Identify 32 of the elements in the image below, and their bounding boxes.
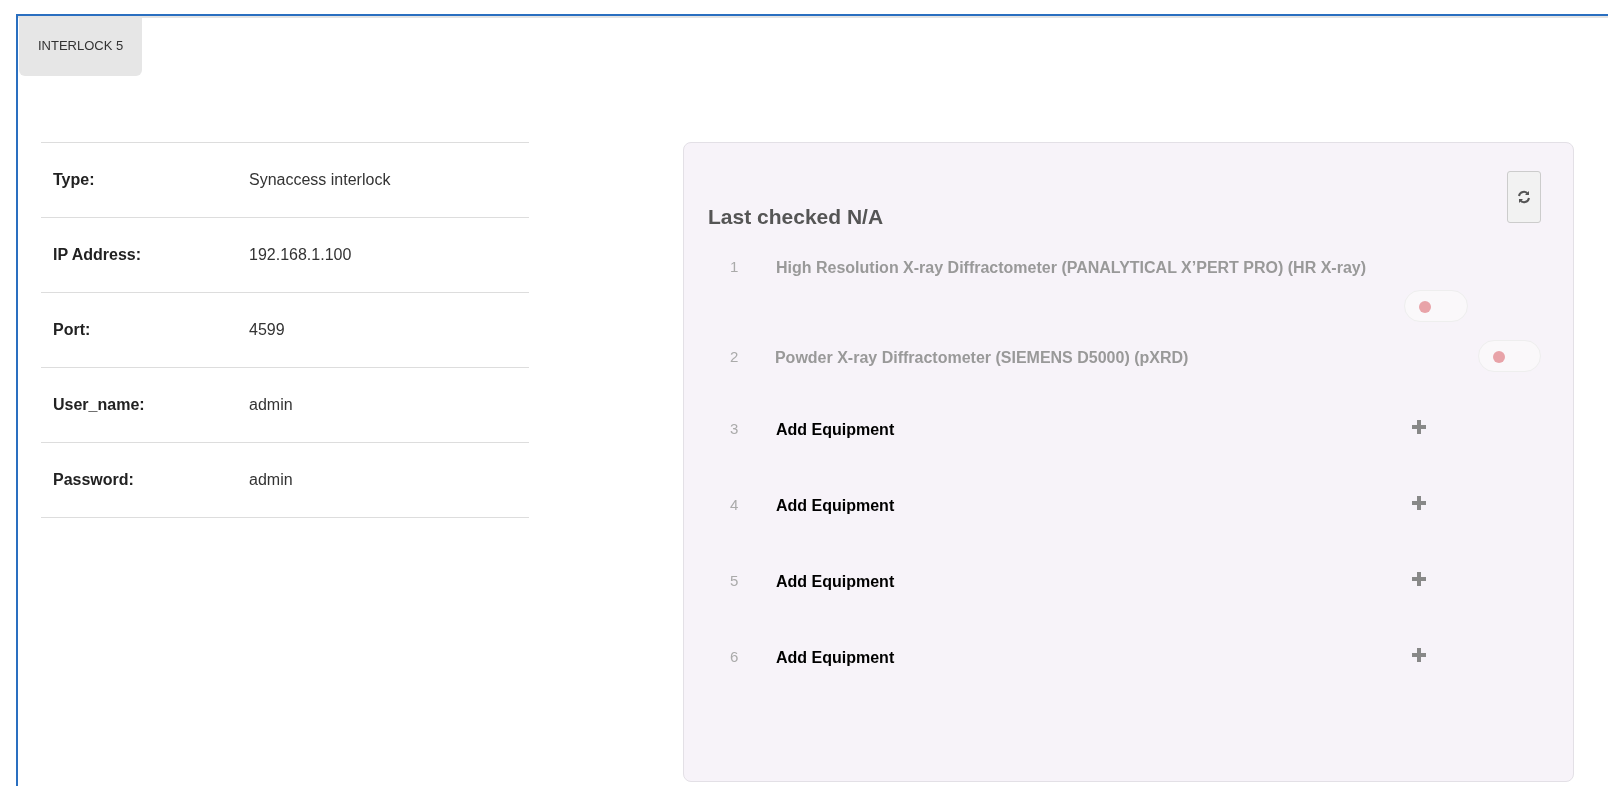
toggle-switch[interactable] xyxy=(1404,290,1468,322)
property-value: 192.168.1.100 xyxy=(249,244,352,265)
property-label: Port: xyxy=(53,319,92,340)
property-label: IP Address: xyxy=(53,244,143,265)
slot-number: 3 xyxy=(729,419,740,439)
add-equipment-label: Add Equipment xyxy=(776,648,896,668)
slot-number: 2 xyxy=(729,347,740,367)
property-label: User_name: xyxy=(53,394,146,415)
refresh-icon xyxy=(1517,189,1531,204)
add-equipment-label: Add Equipment xyxy=(776,572,896,592)
add-equipment-label: Add Equipment xyxy=(776,496,896,516)
panel-heading: Last checked N/A xyxy=(708,203,885,230)
add-icon[interactable] xyxy=(1412,572,1426,586)
slot-number: 6 xyxy=(729,647,740,667)
equipment-name: Powder X-ray Diffractometer (SIEMENS D5000) (pXRD) xyxy=(774,348,1190,368)
property-label: Password: xyxy=(53,469,135,490)
equipment-name: High Resolution X-ray Diffractometer (PANALYTICAL X’PERT PRO) (HR X-ray) xyxy=(776,258,1367,278)
slot-number: 1 xyxy=(729,257,740,277)
add-icon[interactable] xyxy=(1412,420,1426,434)
slot-number: 4 xyxy=(729,495,740,515)
property-value: admin xyxy=(249,394,293,415)
property-value: admin xyxy=(249,469,293,490)
add-icon[interactable] xyxy=(1412,648,1426,662)
add-equipment-label: Add Equipment xyxy=(776,420,896,440)
toggle-switch[interactable] xyxy=(1478,340,1541,372)
tab[interactable]: INTERLOCK 5 xyxy=(19,18,143,76)
property-label: Type: xyxy=(53,169,96,190)
property-value: Synaccess interlock xyxy=(249,169,391,190)
refresh-button[interactable] xyxy=(1507,170,1541,223)
slot-number: 5 xyxy=(729,571,740,591)
property-value: 4599 xyxy=(249,319,285,340)
add-icon[interactable] xyxy=(1412,496,1426,510)
